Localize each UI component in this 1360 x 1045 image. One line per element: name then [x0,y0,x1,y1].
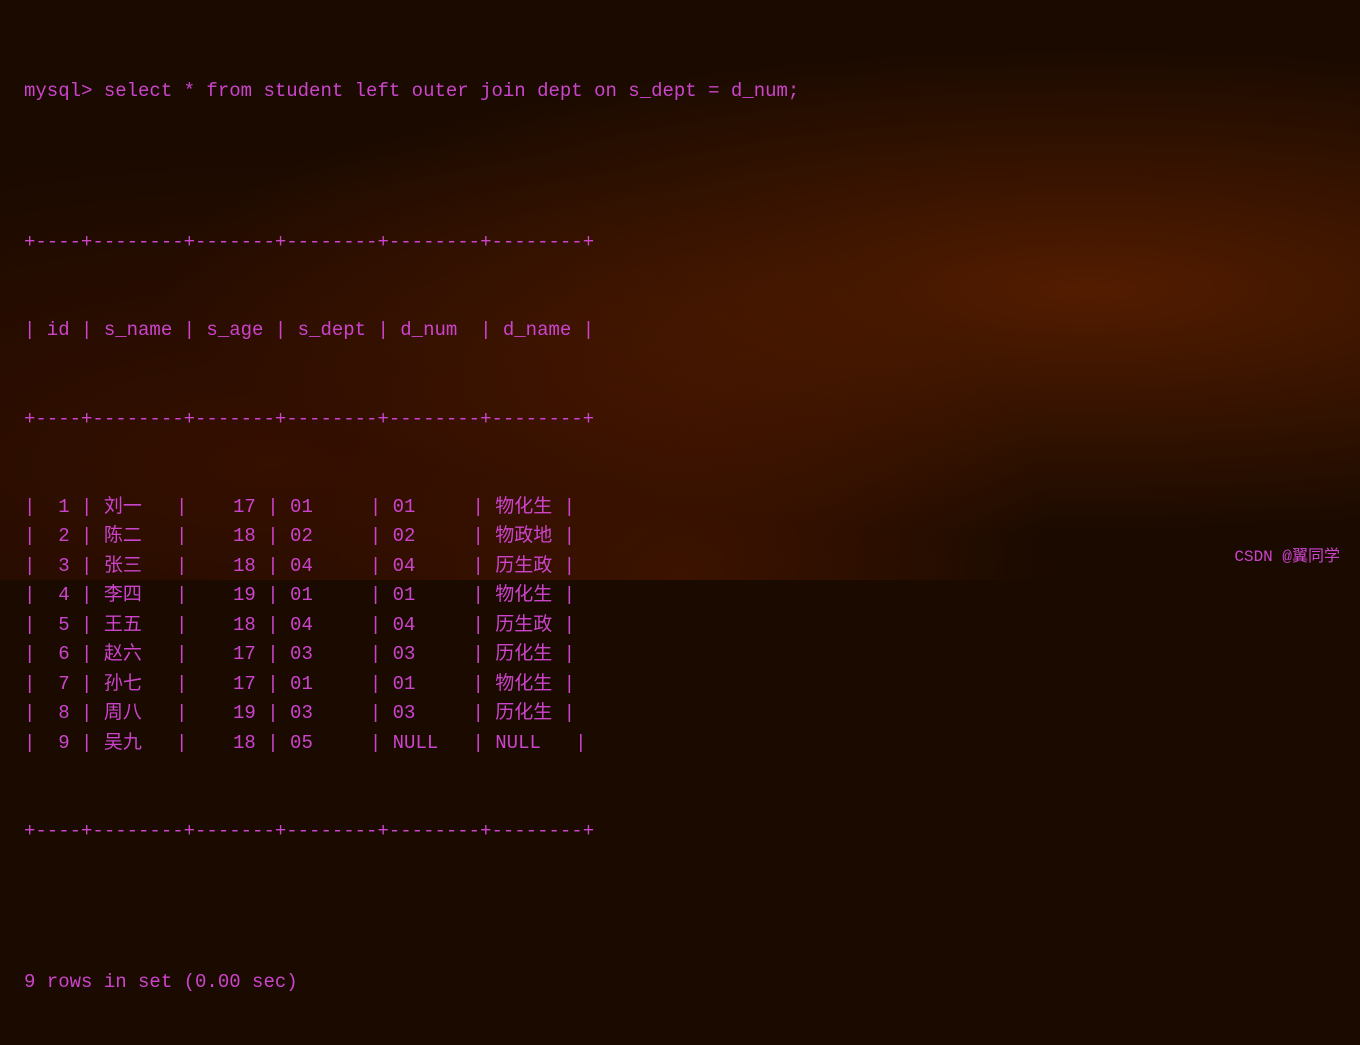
terminal-window: mysql> select * from student left outer … [0,0,1360,1045]
border-top: +----+--------+-------+--------+--------… [24,228,1336,257]
border-mid: +----+--------+-------+--------+--------… [24,405,1336,434]
footer-line: 9 rows in set (0.00 sec) [24,968,1336,997]
table-row: | 3 | 张三 | 18 | 04 | 04 | 历生政 | [24,552,1336,581]
table-row: | 1 | 刘一 | 17 | 01 | 01 | 物化生 | [24,493,1336,522]
table-row: | 9 | 吴九 | 18 | 05 | NULL | NULL | [24,729,1336,758]
table-row: | 7 | 孙七 | 17 | 01 | 01 | 物化生 | [24,670,1336,699]
table-container: +----+--------+-------+--------+--------… [24,169,1336,905]
table-rows: | 1 | 刘一 | 17 | 01 | 01 | 物化生 || 2 | 陈二 … [24,493,1336,758]
border-bottom: +----+--------+-------+--------+--------… [24,817,1336,846]
table-row: | 6 | 赵六 | 17 | 03 | 03 | 历化生 | [24,640,1336,669]
watermark: CSDN @翼同学 [1234,542,1340,566]
command-line: mysql> select * from student left outer … [24,77,1336,106]
table-row: | 5 | 王五 | 18 | 04 | 04 | 历生政 | [24,611,1336,640]
table-row: | 8 | 周八 | 19 | 03 | 03 | 历化生 | [24,699,1336,728]
table-row: | 2 | 陈二 | 18 | 02 | 02 | 物政地 | [24,522,1336,551]
table-header: | id | s_name | s_age | s_dept | d_num |… [24,316,1336,345]
table-row: | 4 | 李四 | 19 | 01 | 01 | 物化生 | [24,581,1336,610]
